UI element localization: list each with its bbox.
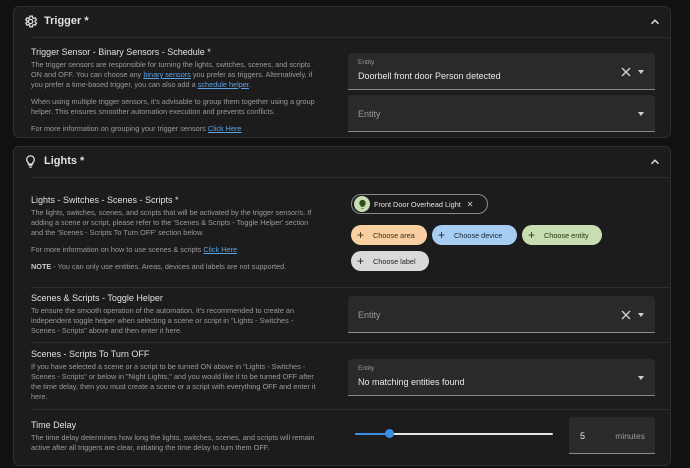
desc-line: and the 'Scenes - Scripts To Turn OFF' s…: [31, 228, 204, 237]
turn-off-label: Scenes - Scripts To Turn OFF: [31, 349, 150, 359]
divider: [31, 287, 670, 288]
desc-line: Scenes - Scripts" above and then enter i…: [31, 326, 183, 335]
time-delay-description: The time delay determines how long the l…: [31, 433, 343, 453]
chevron-down-icon[interactable]: [638, 70, 644, 74]
entity-field-value: Doorbell front door Person detected: [358, 71, 501, 81]
desc-line: To ensure the smooth operation of the au…: [31, 306, 295, 315]
scenes-scripts-click-here-link[interactable]: Click Here: [203, 245, 237, 254]
desc-line: The time delay determines how long the l…: [31, 433, 315, 442]
close-icon[interactable]: ✕: [467, 200, 474, 209]
entity-field-label: Entity: [358, 365, 375, 372]
toggle-helper-description: To ensure the smooth operation of the au…: [31, 306, 343, 336]
divider: [31, 409, 670, 410]
desc-line: Scenes - Scripts" or below in "Night Lig…: [31, 372, 314, 381]
desc-line: the time delay, then you must create a s…: [31, 382, 316, 391]
entity-field-label: Entity: [358, 59, 375, 66]
lights-label: Lights - Switches - Scenes - Scripts *: [31, 195, 179, 205]
trigger-sensor-description: The trigger sensors are responsible for …: [31, 60, 343, 134]
choose-label-button[interactable]: + Choose label: [351, 251, 429, 271]
slider-thumb[interactable]: [385, 429, 394, 438]
turn-off-description: If you have selected a scene or a script…: [31, 362, 343, 402]
trigger-entity-field-empty[interactable]: Entity: [348, 95, 655, 132]
chevron-down-icon[interactable]: [638, 313, 644, 317]
time-delay-input[interactable]: 5 minutes: [569, 417, 655, 454]
trigger-entity-field[interactable]: Entity Doorbell front door Person detect…: [348, 53, 655, 90]
trigger-panel: Trigger * Trigger Sensor - Binary Sensor…: [13, 6, 671, 138]
entity-field-placeholder: Entity: [358, 310, 381, 320]
lightbulb-icon: [26, 155, 35, 168]
choose-label-label: Choose label: [373, 256, 416, 266]
entity-field-placeholder: Entity: [358, 109, 381, 119]
desc-line: adding a scene or script, please refer t…: [31, 218, 309, 227]
desc-line: ON and OFF. You can choose any binary se…: [31, 70, 313, 79]
divider: [31, 37, 670, 38]
toggle-helper-label: Scenes & Scripts - Toggle Helper: [31, 293, 163, 303]
lights-panel-header[interactable]: Lights *: [14, 147, 670, 177]
lights-panel: Lights * Lights - Switches - Scenes - Sc…: [13, 146, 671, 466]
chevron-down-icon[interactable]: [638, 112, 644, 116]
time-delay-slider[interactable]: [355, 429, 553, 439]
plus-icon: +: [438, 228, 446, 242]
desc-line: The lights, switches, scenes, and script…: [31, 208, 312, 217]
time-delay-value: 5: [580, 431, 586, 441]
choose-device-button[interactable]: + Choose device: [432, 225, 517, 245]
trigger-sensor-label: Trigger Sensor - Binary Sensors - Schedu…: [31, 47, 211, 57]
trigger-panel-header[interactable]: Trigger *: [14, 7, 670, 37]
note-line: NOTE - You can only use entities. Areas,…: [31, 262, 287, 271]
grouping-click-here-link[interactable]: Click Here: [208, 124, 242, 133]
entity-field-value: No matching entities found: [358, 377, 465, 387]
toggle-helper-entity-field[interactable]: Entity: [348, 296, 655, 333]
desc-line: here.: [31, 392, 48, 401]
desc-line: The trigger sensors are responsible for …: [31, 60, 311, 69]
lights-panel-title: Lights *: [44, 155, 85, 167]
chevron-up-icon[interactable]: [648, 15, 662, 29]
lights-description: The lights, switches, scenes, and script…: [31, 208, 343, 272]
turn-off-entity-field[interactable]: Entity No matching entities found: [348, 359, 655, 396]
slider-fill: [355, 433, 389, 435]
plus-icon: +: [357, 228, 365, 242]
desc-line: If you have selected a scene or a script…: [31, 362, 306, 371]
time-delay-label: Time Delay: [31, 420, 77, 430]
divider: [31, 177, 670, 178]
binary-sensors-link[interactable]: binary sensors: [143, 70, 190, 79]
entity-chip-label: Front Door Overhead Light: [374, 199, 461, 209]
plus-icon: +: [357, 254, 365, 268]
entity-chip-front-door-light[interactable]: Front Door Overhead Light ✕: [351, 194, 488, 214]
chevron-down-icon[interactable]: [638, 376, 644, 380]
choose-device-label: Choose device: [454, 230, 503, 240]
desc-line: For more information on how to use scene…: [31, 245, 238, 254]
choose-area-label: Choose area: [373, 230, 415, 240]
desc-line: helper. This ensures smoother automation…: [31, 107, 276, 116]
desc-line: active after all triggers are clear, ini…: [31, 443, 270, 452]
desc-line: you prefer a time-based trigger, you can…: [31, 80, 251, 89]
close-icon[interactable]: [621, 67, 631, 77]
gear-icon: [24, 15, 38, 28]
desc-line: When using multiple trigger sensors, it'…: [31, 97, 315, 106]
choose-entity-button[interactable]: + Choose entity: [522, 225, 602, 245]
choose-area-button[interactable]: + Choose area: [351, 225, 427, 245]
divider: [31, 342, 670, 343]
time-delay-unit: minutes: [615, 431, 645, 441]
close-icon[interactable]: [621, 310, 631, 320]
choose-entity-label: Choose entity: [544, 230, 589, 240]
lightbulb-icon: [354, 196, 370, 212]
desc-line: independent toggle helper when selecting…: [31, 316, 294, 325]
chevron-up-icon[interactable]: [648, 155, 662, 169]
trigger-panel-title: Trigger *: [44, 15, 89, 27]
schedule-helper-link[interactable]: schedule helper: [198, 80, 249, 89]
plus-icon: +: [528, 228, 536, 242]
desc-line: For more information on grouping your tr…: [31, 124, 242, 133]
